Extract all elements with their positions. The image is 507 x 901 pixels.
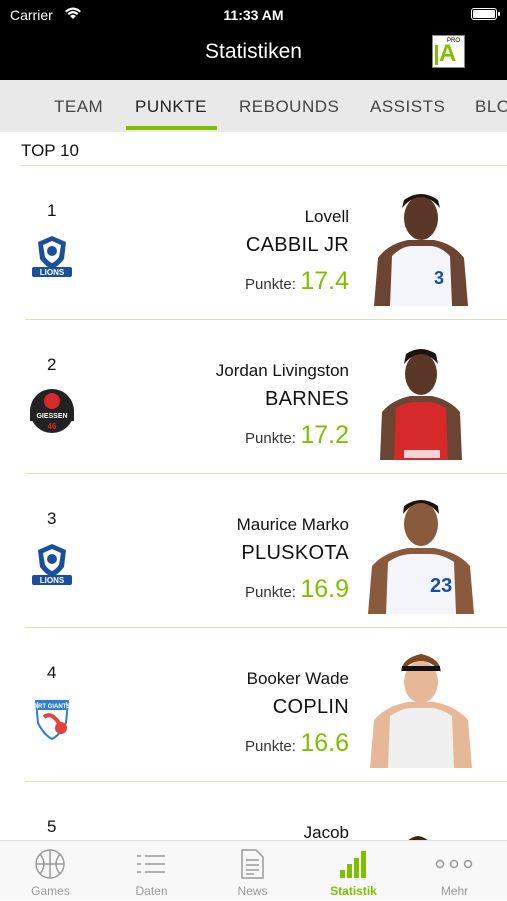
stat-value: 17.2 bbox=[300, 421, 349, 449]
tabbar-label: Daten bbox=[135, 884, 168, 898]
player-first-name: Jordan Livingston bbox=[215, 361, 349, 380]
player-photo bbox=[380, 349, 462, 460]
stat-value-line: Punkte: 17.2 bbox=[245, 421, 349, 450]
page-title: Statistiken bbox=[205, 40, 302, 63]
rank-number: 4 bbox=[47, 663, 57, 682]
tabbar-label: News bbox=[237, 884, 268, 898]
player-photo: 23 bbox=[368, 500, 474, 614]
battery-icon bbox=[471, 8, 500, 20]
player-last-name: COPLIN bbox=[272, 696, 349, 718]
stat-value: 17.4 bbox=[300, 267, 349, 295]
tabbar-item-daten[interactable]: Daten bbox=[101, 841, 202, 901]
document-icon bbox=[241, 849, 264, 879]
tab-blocks[interactable]: BLOCKS bbox=[475, 97, 507, 117]
stat-label: Punkte: bbox=[245, 738, 296, 755]
active-tab-indicator bbox=[126, 126, 217, 130]
tabbar-item-news[interactable]: News bbox=[202, 841, 303, 901]
player-last-name: CABBIL JR bbox=[245, 234, 349, 256]
pro-a-logo: PRO A bbox=[432, 35, 465, 68]
player-last-name: PLUSKOTA bbox=[241, 542, 349, 564]
stat-label: Punkte: bbox=[245, 584, 296, 601]
tabbar-label: Games bbox=[31, 884, 70, 898]
rank-number: 3 bbox=[47, 509, 57, 528]
list-icon bbox=[137, 855, 165, 873]
team-logo-lions-icon: LIONS bbox=[32, 544, 72, 585]
stat-value-line: Punkte: 16.9 bbox=[245, 575, 349, 604]
rank-number: 2 bbox=[47, 355, 57, 374]
bottom-tab-bar: Games Daten News Statistik Mehr bbox=[0, 840, 507, 900]
svg-text:GIESSEN: GIESSEN bbox=[36, 413, 67, 420]
stat-label: Punkte: bbox=[245, 430, 296, 447]
player-first-name: Booker Wade bbox=[246, 669, 349, 688]
basketball-icon bbox=[35, 849, 65, 879]
tabbar-label: Statistik bbox=[330, 884, 377, 898]
tab-rebounds[interactable]: REBOUNDS bbox=[239, 97, 339, 117]
svg-text:LIONS: LIONS bbox=[40, 268, 65, 277]
tabbar-item-games[interactable]: Games bbox=[0, 841, 101, 901]
tabbar-item-mehr[interactable]: Mehr bbox=[404, 841, 505, 901]
tab-team[interactable]: TEAM bbox=[54, 97, 103, 117]
more-icon bbox=[435, 859, 473, 869]
player-first-name: Maurice Marko bbox=[236, 515, 349, 534]
rank-number: 5 bbox=[47, 817, 57, 836]
bar-chart-icon bbox=[340, 851, 366, 878]
team-logo-giessen-icon: GIESSEN 46 bbox=[30, 389, 74, 433]
player-ranking-list: 1 LIONS Lovell CABBIL JR Punkte: 17.4 3 … bbox=[0, 166, 507, 840]
team-logo-lions-icon: LIONS bbox=[32, 236, 72, 277]
list-item[interactable]: 4 ART GIANTS Booker Wade COPLIN Punkte: … bbox=[0, 628, 507, 782]
status-bar: Carrier 11:33 AM bbox=[0, 4, 507, 26]
svg-text:3: 3 bbox=[434, 268, 444, 288]
stat-value-line: Punkte: 16.6 bbox=[245, 729, 349, 758]
player-first-name: Jacob bbox=[303, 823, 349, 840]
clock: 11:33 AM bbox=[223, 7, 284, 23]
svg-text:23: 23 bbox=[430, 575, 452, 597]
stat-value: 16.6 bbox=[300, 729, 349, 757]
player-last-name: BARNES bbox=[264, 388, 349, 410]
player-photo bbox=[370, 654, 472, 768]
player-first-name: Lovell bbox=[304, 207, 349, 226]
list-item[interactable]: 1 LIONS Lovell CABBIL JR Punkte: 17.4 3 bbox=[0, 166, 507, 320]
section-title: TOP 10 bbox=[21, 141, 79, 160]
stat-label: Punkte: bbox=[245, 276, 296, 293]
list-item[interactable]: 5 Jacob bbox=[0, 782, 507, 840]
svg-text:ART GIANTS: ART GIANTS bbox=[34, 704, 71, 710]
team-logo-art-giants-icon: ART GIANTS bbox=[34, 700, 71, 741]
player-photo: 3 bbox=[374, 194, 468, 306]
svg-text:LIONS: LIONS bbox=[40, 576, 65, 585]
app-header: Carrier 11:33 AM Statistiken PRO A bbox=[0, 0, 507, 80]
stat-value-line: Punkte: 17.4 bbox=[245, 267, 349, 296]
tabbar-label: Mehr bbox=[440, 884, 469, 898]
stat-value: 16.9 bbox=[300, 575, 349, 603]
tab-punkte[interactable]: PUNKTE bbox=[135, 97, 207, 117]
rank-number: 1 bbox=[47, 201, 57, 220]
list-item[interactable]: 3 LIONS Maurice Marko PLUSKOTA Punkte: 1… bbox=[0, 474, 507, 628]
tab-assists[interactable]: ASSISTS bbox=[370, 97, 445, 117]
player-photo bbox=[408, 836, 428, 840]
list-item[interactable]: 2 GIESSEN 46 Jordan Livingston BARNES Pu… bbox=[0, 320, 507, 474]
svg-text:46: 46 bbox=[48, 422, 57, 431]
stat-category-tabs: TEAM PUNKTE REBOUNDS ASSISTS BLOCKS bbox=[0, 80, 507, 132]
tabbar-item-statistik[interactable]: Statistik bbox=[303, 841, 404, 901]
